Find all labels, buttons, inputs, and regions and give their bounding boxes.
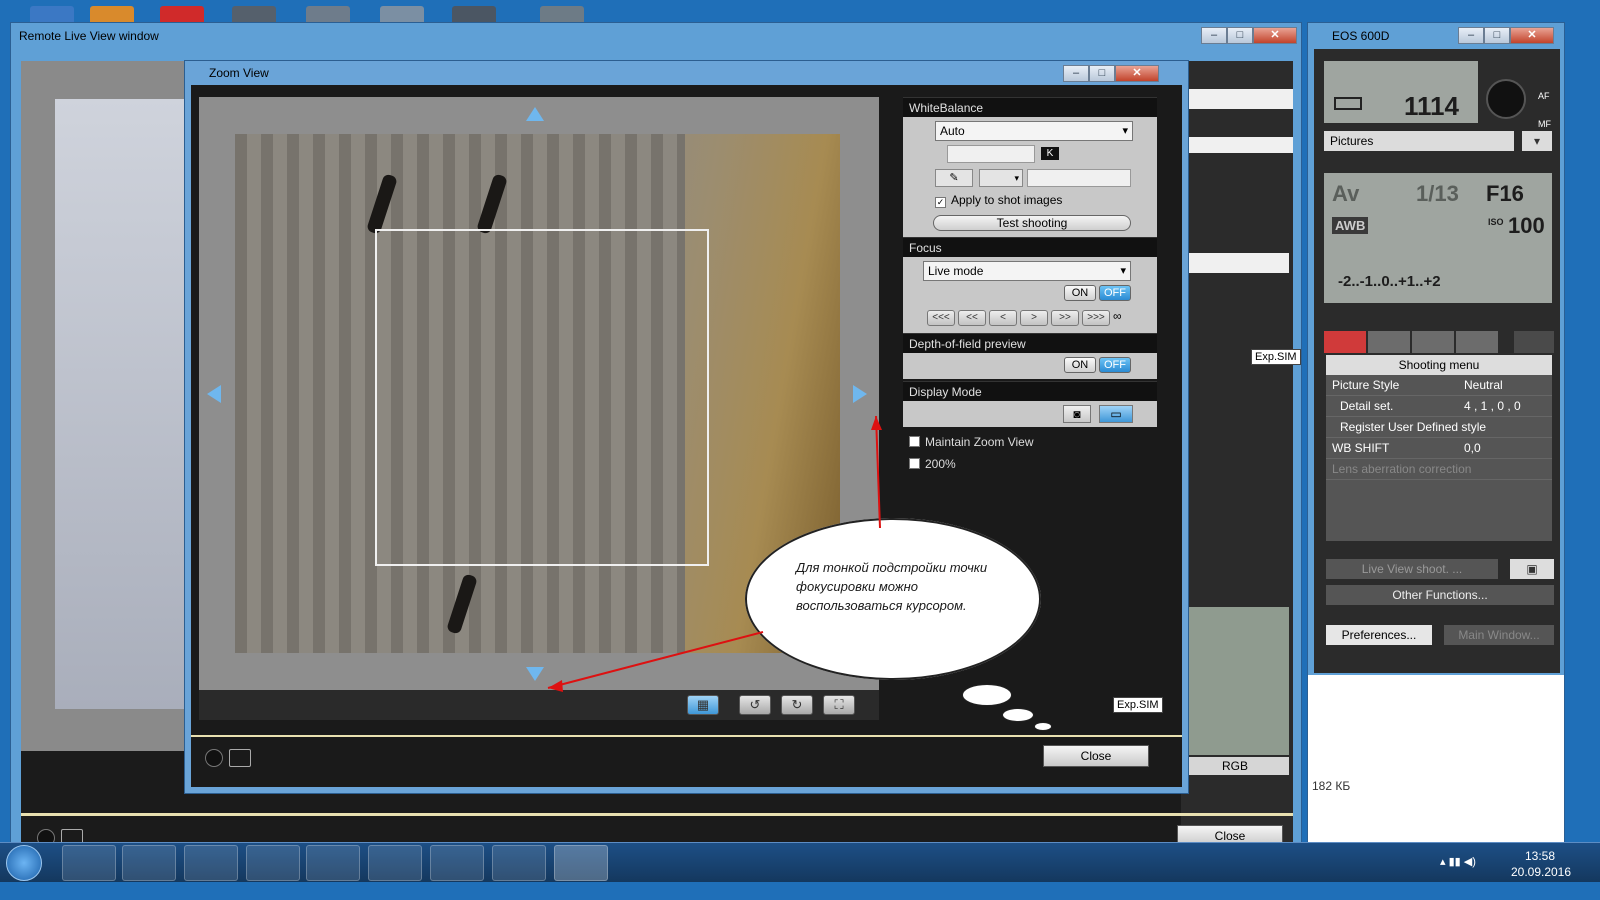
arrow-to-right <box>875 415 881 529</box>
explorer-icon[interactable] <box>122 845 176 881</box>
ie-icon[interactable] <box>62 845 116 881</box>
annotation-arrows <box>547 415 882 692</box>
start-button[interactable] <box>6 845 42 881</box>
document-icon[interactable] <box>430 845 484 881</box>
camera-app-icon[interactable] <box>492 845 546 881</box>
taskbar: ▴ ▮▮ ◀) 13:58 20.09.2016 <box>0 842 1600 882</box>
tray-icons[interactable]: ▴ ▮▮ ◀) <box>1440 855 1476 868</box>
yandex-icon[interactable] <box>246 845 300 881</box>
eos-utility-icon[interactable] <box>554 845 608 881</box>
firefox-icon[interactable] <box>184 845 238 881</box>
clock-date[interactable]: 20.09.2016 <box>1506 865 1576 879</box>
utorrent-icon[interactable] <box>306 845 360 881</box>
clock-time[interactable]: 13:58 <box>1510 849 1570 863</box>
arrow-to-down <box>547 631 764 689</box>
photo-app-icon[interactable] <box>368 845 422 881</box>
